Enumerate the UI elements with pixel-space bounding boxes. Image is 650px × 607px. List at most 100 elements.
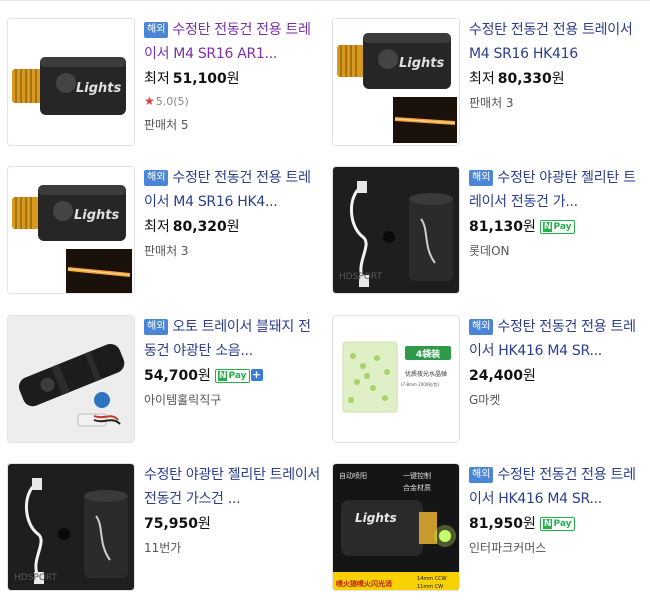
product-info: 해외 오토 트레이서 블돼지 전동건 야광탄 소음... 54,700원 N Pay +… [144, 315, 320, 411]
product-info: 해외 수정탄 전동건 전용 트레이서 M4 SR16 HK4... 최저 80,32… [144, 166, 320, 262]
seller-name[interactable]: 인터파크커머스 [469, 539, 645, 559]
product-title-link[interactable]: 해외 수정탄 야광탄 젤리탄 트레이서 전동건 가... [469, 166, 645, 214]
seller-name[interactable]: 롯데ON [469, 242, 645, 262]
svg-text:11mm CW: 11mm CW [417, 584, 443, 590]
seller-name[interactable]: 아이템홀릭직구 [144, 391, 320, 411]
tracer-image: Lights [8, 19, 134, 145]
won-unit: 원 [523, 516, 536, 532]
product-thumbnail[interactable]: 4袋装 优质夜光水晶弹 (7-8mm 2000粒/包) [332, 315, 460, 443]
product-title[interactable]: 오토 트레이서 블돼지 전동건 야광탄 소음... [144, 319, 311, 359]
svg-text:HDSPORT: HDSPORT [14, 573, 58, 583]
price-value: 51,100 [172, 71, 227, 87]
product-title[interactable]: 수정탄 전동건 전용 트레이서 M4 SR16 HK416 [469, 22, 633, 62]
star-icon: ★ [144, 94, 155, 108]
price-row: 최저 80,330원 [469, 68, 645, 92]
svg-text:合金材质: 合金材质 [403, 483, 431, 492]
product-card[interactable]: 4袋装 优质夜光水晶弹 (7-8mm 2000粒/包) 해외 수정탄 전동건 전용… [325, 315, 650, 463]
tracer-image: 自动喷阳 一键控制 合金材质 Lights 喷火狼喷火闪光消 14mm CCW … [333, 464, 459, 590]
product-card[interactable]: HDSPORT 해외 수정탄 야광탄 젤리탄 트레이서 전동건 가... 81,1… [325, 166, 650, 314]
product-card[interactable]: Lights 해외 수정탄 전동건 전용 트레이서 M4 SR16 AR1... … [0, 18, 325, 166]
product-thumbnail[interactable]: Lights [332, 18, 460, 146]
svg-text:HDSPORT: HDSPORT [339, 272, 383, 282]
product-thumbnail[interactable]: 自动喷阳 一键控制 合金材质 Lights 喷火狼喷火闪光消 14mm CCW … [332, 463, 460, 591]
product-title[interactable]: 수정탄 야광탄 젤리탄 트레이서 전동건 가... [469, 170, 636, 210]
seller-name[interactable]: G마켓 [469, 391, 645, 411]
product-title-link[interactable]: 해외 수정탄 전동건 전용 트레이서 M4 SR16 HK4... [144, 166, 320, 214]
product-card[interactable]: Lights 해외 수정탄 전동건 전용 트레이서 M4 SR16 HK4... … [0, 166, 325, 314]
tracer-image: HDSPORT [8, 464, 134, 590]
product-thumbnail[interactable]: Lights [7, 166, 135, 294]
price-row: 75,950원 [144, 513, 320, 537]
price-value: 80,330 [497, 71, 552, 87]
product-title-link[interactable]: 수정탄 야광탄 젤리탄 트레이서 전동건 가스건 ... [144, 463, 320, 511]
seller-count[interactable]: 판매처 5 [144, 116, 320, 136]
price-value: 80,320 [172, 219, 227, 235]
product-thumbnail[interactable]: HDSPORT [332, 166, 460, 294]
product-info: 해외 수정탄 전동건 전용 트레이서 HK416 M4 SR... 81,950원… [469, 463, 645, 559]
product-title[interactable]: 수정탄 전동건 전용 트레이서 HK416 M4 SR... [469, 467, 636, 507]
won-unit: 원 [551, 71, 565, 87]
npay-badge: N Pay [539, 517, 575, 531]
svg-text:一键控制: 一键控制 [403, 471, 431, 480]
product-title-link[interactable]: 해외 오토 트레이서 블돼지 전동건 야광탄 소음... [144, 315, 320, 363]
tracer-image: HDSPORT [333, 167, 459, 293]
seller-name[interactable]: 11번가 [144, 539, 320, 559]
product-card[interactable]: 自动喷阳 一键控制 合金材质 Lights 喷火狼喷火闪光消 14mm CCW … [325, 463, 650, 607]
seller-count[interactable]: 판매처 3 [144, 242, 320, 262]
svg-text:自动喷阳: 自动喷阳 [339, 471, 367, 480]
won-unit: 원 [226, 219, 240, 235]
lowest-label: 최저 [144, 219, 170, 235]
overseas-badge: 해외 [469, 467, 494, 483]
price-row: 24,400원 [469, 365, 645, 389]
price-row: 81,950원 N Pay [469, 513, 645, 537]
product-info: 수정탄 전동건 전용 트레이서 M4 SR16 HK416 최저 80,330원 … [469, 18, 645, 114]
lowest-label: 최저 [144, 71, 170, 87]
product-title[interactable]: 수정탄 전동건 전용 트레이서 HK416 M4 SR... [469, 319, 636, 359]
top-divider [0, 0, 650, 1]
overseas-badge: 해외 [469, 170, 494, 186]
overseas-badge: 해외 [144, 22, 169, 38]
won-unit: 원 [226, 71, 240, 87]
won-unit: 원 [198, 516, 211, 532]
product-thumbnail[interactable]: Lights [7, 18, 135, 146]
product-title[interactable]: 수정탄 전동건 전용 트레이서 M4 SR16 AR1... [144, 22, 311, 62]
overseas-badge: 해외 [469, 319, 494, 335]
svg-text:14mm CCW: 14mm CCW [417, 576, 447, 582]
product-card[interactable]: 해외 오토 트레이서 블돼지 전동건 야광탄 소음... 54,700원 N Pay +… [0, 315, 325, 463]
price-value: 24,400 [469, 368, 524, 384]
product-info: 해외 수정탄 전동건 전용 트레이서 HK416 M4 SR... 24,400원… [469, 315, 645, 411]
product-card[interactable]: Lights 수정탄 전동건 전용 트레이서 M4 SR16 HK416 최저 8… [325, 18, 650, 166]
price-row: 최저 51,100원 [144, 68, 320, 92]
product-title-link[interactable]: 해외 수정탄 전동건 전용 트레이서 M4 SR16 AR1... [144, 18, 320, 66]
won-unit: 원 [198, 368, 211, 384]
rating: ★5.0(5) [144, 94, 320, 114]
product-info: 해외 수정탄 전동건 전용 트레이서 M4 SR16 AR1... 최저 51,10… [144, 18, 320, 136]
lowest-label: 최저 [469, 71, 495, 87]
npay-plus-icon: + [250, 368, 263, 381]
price-value: 75,950 [144, 516, 199, 532]
rating-value: 5.0(5) [155, 95, 189, 108]
price-row: 최저 80,320원 [144, 216, 320, 240]
product-title[interactable]: 수정탄 전동건 전용 트레이서 M4 SR16 HK4... [144, 170, 311, 210]
product-card[interactable]: HDSPORT 수정탄 야광탄 젤리탄 트레이서 전동건 가스건 ... 75,… [0, 463, 325, 607]
npay-badge: N Pay [214, 369, 250, 383]
tracer-image [8, 316, 134, 442]
product-title-link[interactable]: 해외 수정탄 전동건 전용 트레이서 HK416 M4 SR... [469, 315, 645, 363]
svg-text:Lights: Lights [355, 511, 397, 525]
product-title-link[interactable]: 해외 수정탄 전동건 전용 트레이서 HK416 M4 SR... [469, 463, 645, 511]
price-row: 81,130원 N Pay [469, 216, 645, 240]
tracer-image: Lights [8, 167, 134, 293]
svg-text:优质夜光水晶弹: 优质夜光水晶弹 [405, 370, 447, 378]
npay-badge: N Pay [539, 220, 575, 234]
product-info: 수정탄 야광탄 젤리탄 트레이서 전동건 가스건 ... 75,950원 11번… [144, 463, 320, 559]
svg-text:4袋装: 4袋装 [416, 348, 441, 360]
seller-count[interactable]: 판매처 3 [469, 94, 645, 114]
bb-pack-image: 4袋装 优质夜光水晶弹 (7-8mm 2000粒/包) [333, 316, 459, 442]
npay-n-icon: N [542, 519, 553, 529]
product-title[interactable]: 수정탄 야광탄 젤리탄 트레이서 전동건 가스건 ... [144, 467, 320, 507]
product-title-link[interactable]: 수정탄 전동건 전용 트레이서 M4 SR16 HK416 [469, 18, 645, 66]
overseas-badge: 해외 [144, 170, 169, 186]
product-thumbnail[interactable]: HDSPORT [7, 463, 135, 591]
product-thumbnail[interactable] [7, 315, 135, 443]
tracer-image: Lights [333, 19, 459, 145]
